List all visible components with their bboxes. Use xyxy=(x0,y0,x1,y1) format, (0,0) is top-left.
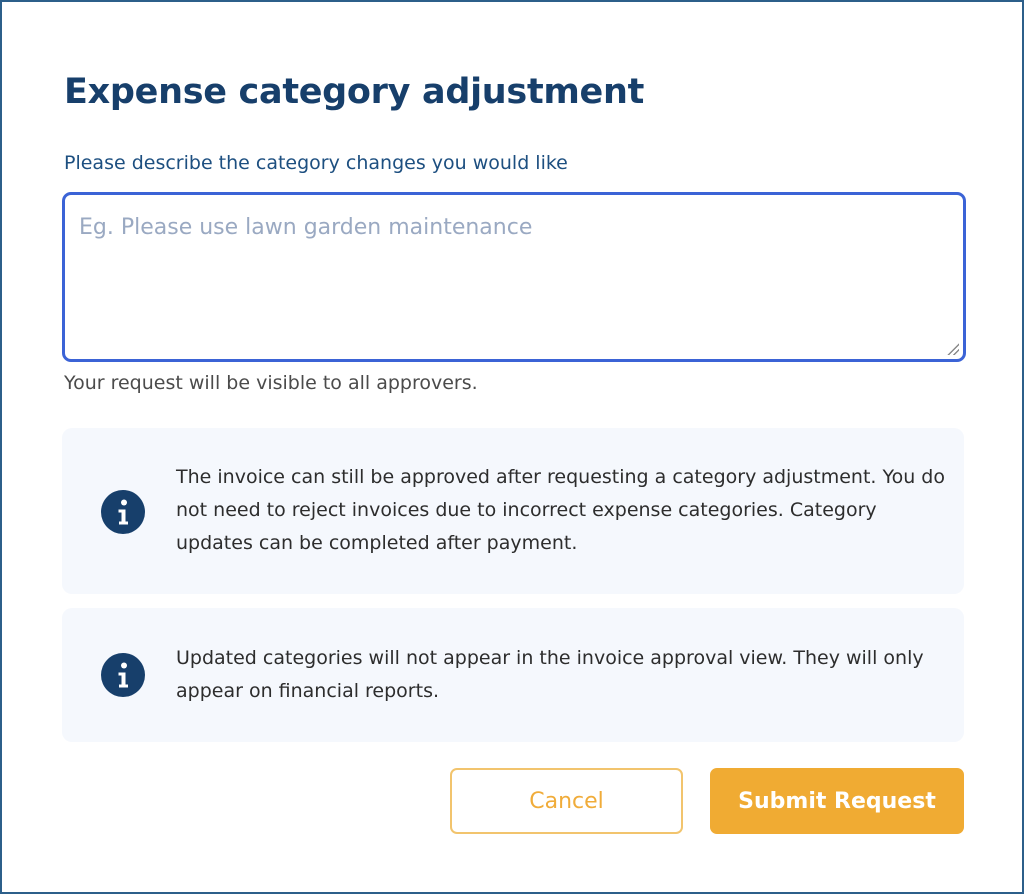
request-textarea[interactable] xyxy=(65,195,963,359)
request-field-label: Please describe the category changes you… xyxy=(64,152,568,174)
info-callout-text: The invoice can still be approved after … xyxy=(176,466,945,554)
info-callout-reports: Updated categories will not appear in th… xyxy=(62,608,964,742)
visibility-helper-text: Your request will be visible to all appr… xyxy=(64,372,478,394)
info-icon xyxy=(101,653,145,697)
expense-category-dialog: Expense category adjustment Please descr… xyxy=(0,0,1024,894)
submit-request-button[interactable]: Submit Request xyxy=(710,768,964,834)
info-callout-approval: The invoice can still be approved after … xyxy=(62,428,964,594)
dialog-title: Expense category adjustment xyxy=(64,72,645,112)
info-icon xyxy=(101,490,145,534)
request-textarea-container xyxy=(62,192,966,362)
info-callout-text: Updated categories will not appear in th… xyxy=(176,647,924,702)
cancel-button[interactable]: Cancel xyxy=(450,768,683,834)
resize-handle[interactable] xyxy=(947,343,959,355)
